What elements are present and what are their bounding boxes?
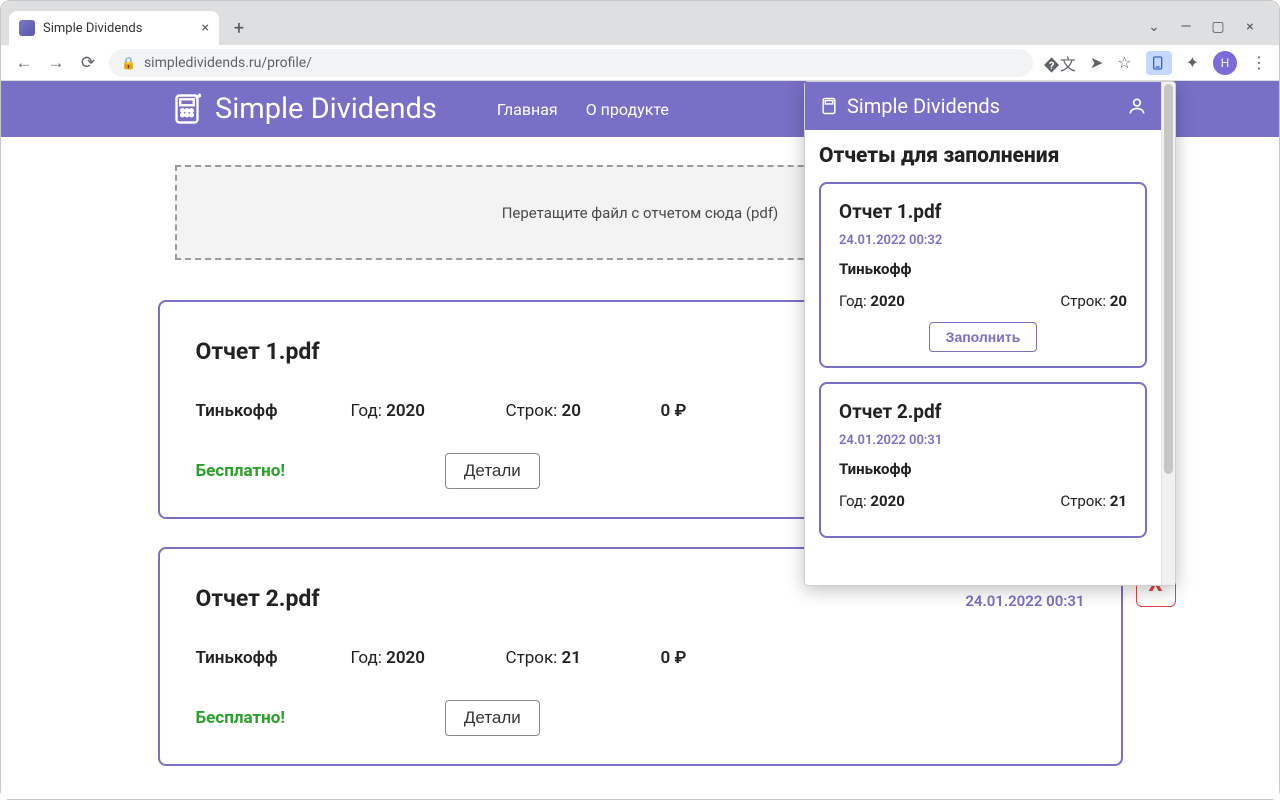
page-viewport: Simple Dividends Главная О продукте Пере… xyxy=(1,81,1279,799)
ext-report-card: Отчет 1.pdf 24.01.2022 00:32 Тинькофф Го… xyxy=(819,182,1147,368)
kebab-menu-icon[interactable]: ⋮ xyxy=(1251,53,1267,72)
year-label: Год: xyxy=(351,648,382,668)
extension-popup: Simple Dividends Отчеты для заполнения О… xyxy=(804,81,1176,586)
extensions-menu-icon[interactable]: ✦ xyxy=(1186,53,1199,72)
browser-window: Simple Dividends × + ⌄ — ▢ × ← → ⟳ 🔒 sim… xyxy=(0,0,1280,800)
report-title: Отчет 2.pdf xyxy=(196,585,320,612)
year-value: 2020 xyxy=(386,401,425,421)
rows-value: 21 xyxy=(1110,492,1127,510)
year-label: Год: xyxy=(839,292,867,310)
tab-title: Simple Dividends xyxy=(43,21,142,36)
reload-icon[interactable]: ⟳ xyxy=(77,53,99,73)
forward-icon[interactable]: → xyxy=(45,53,67,73)
cost-value: 0 xyxy=(661,648,671,668)
window-controls: ⌄ — ▢ × xyxy=(1133,19,1271,45)
toolbar-right: �文 ➤ ☆ ✦ H ⋮ xyxy=(1043,51,1267,75)
profile-avatar[interactable]: H xyxy=(1213,51,1237,75)
extension-heading: Отчеты для заполнения xyxy=(819,144,1147,168)
rows-value: 20 xyxy=(1110,292,1127,310)
browser-toolbar: ← → ⟳ 🔒 simpledividends.ru/profile/ �文 ➤… xyxy=(1,45,1279,81)
chevron-down-icon[interactable]: ⌄ xyxy=(1147,19,1161,35)
favicon-icon xyxy=(19,20,35,36)
rows-label: Строк: xyxy=(1060,492,1106,510)
currency-symbol: ₽ xyxy=(674,401,686,421)
rows-label: Строк: xyxy=(506,648,558,668)
nav-link-about[interactable]: О продукте xyxy=(586,100,669,119)
free-badge: Бесплатно! xyxy=(196,461,285,481)
year-value: 2020 xyxy=(870,492,904,510)
report-broker: Тинькофф xyxy=(196,401,351,421)
report-meta: Тинькофф Год: 2020 Строк: 21 0 ₽ xyxy=(196,648,1085,668)
dropzone-text: Перетащите файл с отчетом сюда (pdf) xyxy=(502,204,779,222)
details-button[interactable]: Детали xyxy=(445,453,540,489)
calculator-icon xyxy=(169,91,205,127)
year-value: 2020 xyxy=(870,292,904,310)
extension-scrollbar[interactable] xyxy=(1161,82,1175,585)
lock-icon: 🔒 xyxy=(121,56,136,70)
nav-link-main[interactable]: Главная xyxy=(497,100,558,119)
ext-report-broker: Тинькофф xyxy=(839,260,1127,278)
maximize-icon[interactable]: ▢ xyxy=(1211,19,1225,35)
year-label: Год: xyxy=(351,401,382,421)
ext-report-broker: Тинькофф xyxy=(839,460,1127,478)
address-bar[interactable]: 🔒 simpledividends.ru/profile/ xyxy=(109,49,1033,77)
minimize-icon[interactable]: — xyxy=(1179,19,1193,35)
tab-strip: Simple Dividends × + ⌄ — ▢ × xyxy=(1,1,1279,45)
extension-body: Отчеты для заполнения Отчет 1.pdf 24.01.… xyxy=(805,130,1161,585)
translate-icon[interactable]: �文 xyxy=(1043,51,1075,75)
ext-report-time: 24.01.2022 00:32 xyxy=(839,233,1127,248)
send-icon[interactable]: ➤ xyxy=(1090,53,1103,72)
back-icon[interactable]: ← xyxy=(13,53,35,73)
brand-text: Simple Dividends xyxy=(215,92,437,126)
ext-report-title: Отчет 2.pdf xyxy=(839,400,1127,423)
star-icon[interactable]: ☆ xyxy=(1117,53,1131,72)
extension-header: Simple Dividends xyxy=(805,82,1161,130)
rows-label: Строк: xyxy=(506,401,558,421)
fill-button[interactable]: Заполнить xyxy=(929,322,1038,352)
close-icon[interactable]: × xyxy=(1243,19,1257,35)
scrollbar-thumb[interactable] xyxy=(1164,84,1173,474)
cost-value: 0 xyxy=(661,401,671,421)
rows-value: 20 xyxy=(562,401,581,421)
browser-tab[interactable]: Simple Dividends × xyxy=(9,11,219,45)
extension-brand[interactable]: Simple Dividends xyxy=(819,94,1000,118)
currency-symbol: ₽ xyxy=(674,648,686,668)
free-badge: Бесплатно! xyxy=(196,708,285,728)
extension-icon[interactable] xyxy=(1146,51,1172,75)
ext-report-title: Отчет 1.pdf xyxy=(839,200,1127,223)
report-broker: Тинькофф xyxy=(196,648,351,668)
calculator-icon xyxy=(819,96,839,116)
new-tab-button[interactable]: + xyxy=(225,14,253,42)
extension-brand-text: Simple Dividends xyxy=(847,94,1000,118)
ext-report-time: 24.01.2022 00:31 xyxy=(839,433,1127,448)
tab-close-icon[interactable]: × xyxy=(202,20,209,36)
report-time: 24.01.2022 00:31 xyxy=(965,592,1084,610)
rows-label: Строк: xyxy=(1060,292,1106,310)
user-icon[interactable] xyxy=(1127,96,1147,116)
ext-report-card: Отчет 2.pdf 24.01.2022 00:31 Тинькофф Го… xyxy=(819,382,1147,538)
details-button[interactable]: Детали xyxy=(445,700,540,736)
brand-logo[interactable]: Simple Dividends xyxy=(169,91,437,127)
year-value: 2020 xyxy=(386,648,425,668)
year-label: Год: xyxy=(839,492,867,510)
rows-value: 21 xyxy=(562,648,581,668)
nav-links: Главная О продукте xyxy=(497,100,669,119)
report-title: Отчет 1.pdf xyxy=(196,338,320,365)
url-text: simpledividends.ru/profile/ xyxy=(144,55,312,71)
